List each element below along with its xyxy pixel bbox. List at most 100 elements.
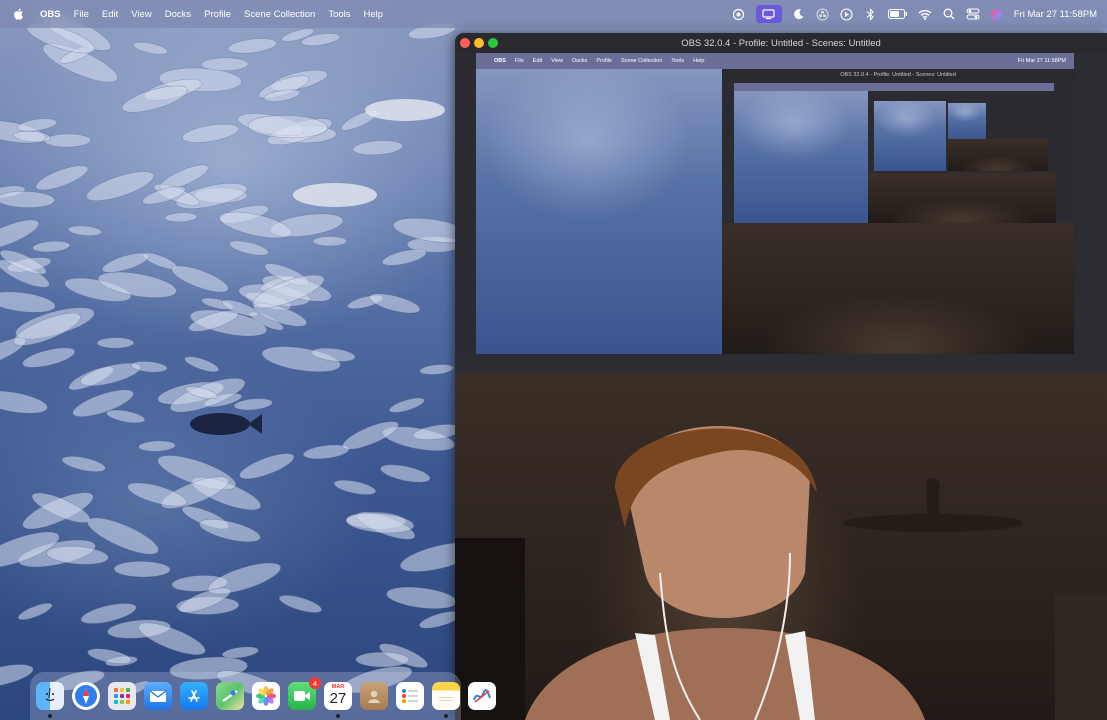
fish [247,115,328,139]
siri-icon[interactable] [990,7,1004,21]
captured-wallpaper-level-4 [948,103,986,139]
focus-moon-icon[interactable] [792,7,806,21]
captured-wallpaper-level-2 [734,91,868,223]
calendar-day: 27 [329,690,347,707]
captured-menu-view: View [551,58,564,64]
close-window-button[interactable] [460,38,470,48]
fish [121,85,188,113]
search-icon[interactable] [942,7,956,21]
fish [67,225,102,236]
menu-profile[interactable]: Profile [204,9,231,20]
play-icon[interactable] [840,7,854,21]
captured-obs-titlebar: OBS 32.0.4 - Profile: Untitled - Scenes:… [722,69,1074,80]
dock: 4 MAR 27 [30,672,496,720]
captured-menu-profile: Profile [596,58,612,64]
fish [113,561,171,578]
bluetooth-icon[interactable] [864,7,878,21]
fish [312,236,347,247]
fish [333,479,377,495]
fish [199,519,261,543]
reminders-icon[interactable] [396,682,424,710]
fish [17,602,53,621]
fish [32,240,71,253]
menu-help[interactable]: Help [364,9,384,20]
running-indicator [444,714,448,718]
obs-icon[interactable] [816,7,830,21]
fish [96,337,135,349]
fish [127,482,187,507]
fish [0,390,48,414]
captured-wallpaper [476,69,722,354]
running-indicator [48,714,52,718]
wifi-icon[interactable] [918,7,932,21]
fish [181,123,240,143]
captured-obs-window-level-2 [868,91,1056,223]
captured-wallpaper-level-3 [874,101,946,171]
photos-icon[interactable] [252,682,280,710]
webcam-capture [455,373,1107,720]
captured-webcam-level-4 [948,139,1048,171]
finder-icon[interactable] [36,682,64,718]
captured-clock: Fri Mar 27 11:58PM [1017,58,1066,64]
menu-tools[interactable]: Tools [328,9,350,20]
fish [138,440,176,452]
menu-app-name[interactable]: OBS [40,9,61,20]
captured-menu-app-name: OBS [494,58,506,64]
minimize-window-button[interactable] [474,38,484,48]
obs-window[interactable]: OBS 32.0.4 - Profile: Untitled - Scenes:… [455,33,1107,720]
obs-window-title: OBS 32.0.4 - Profile: Untitled - Scenes:… [681,37,881,49]
obs-titlebar[interactable]: OBS 32.0.4 - Profile: Untitled - Scenes:… [455,33,1107,53]
captured-menu-docks: Docks [572,58,588,64]
mail-icon[interactable] [144,682,172,710]
menu-file[interactable]: File [74,9,89,20]
menu-view[interactable]: View [131,9,151,20]
display-capture-level-1: OBS File Edit View Docks Profile Scene C… [455,53,1076,354]
facetime-badge: 4 [309,677,321,689]
fish [400,542,455,572]
menu-docks[interactable]: Docks [165,9,191,20]
menu-scene-collection[interactable]: Scene Collection [244,9,315,20]
fish-school-image [0,13,455,698]
running-indicator [336,714,340,718]
fish [0,291,56,313]
fish [184,356,220,373]
screen-mirroring-icon[interactable] [755,5,782,23]
fish [0,191,55,208]
fish [419,364,454,375]
menu-edit[interactable]: Edit [102,9,118,20]
captured-webcam-level-2 [722,223,1074,354]
safari-icon[interactable] [72,682,100,710]
battery-icon[interactable] [887,7,908,21]
fish [355,651,410,668]
fish [106,409,146,424]
camera-icon[interactable] [732,7,746,21]
facetime-icon[interactable]: 4 [288,677,321,710]
captured-obs-window: OBS 32.0.4 - Profile: Untitled - Scenes:… [722,69,1074,354]
obs-preview-canvas[interactable]: OBS File Edit View Docks Profile Scene C… [455,53,1107,720]
menu-bar: OBS File Edit View Docks Profile Scene C… [0,0,1107,28]
fish [22,347,76,368]
contacts-icon[interactable] [360,682,388,710]
fish [44,133,92,148]
app-store-icon[interactable] [180,682,208,710]
fish [229,240,269,256]
fish [17,118,58,132]
maximize-window-button[interactable] [488,38,498,48]
captured-obs-title: OBS 32.0.4 - Profile: Untitled - Scenes:… [840,71,956,78]
calendar-icon[interactable]: MAR 27 [324,682,352,718]
menubar-clock[interactable]: Fri Mar 27 11:58PM [1014,9,1097,20]
fish [369,293,421,314]
fish [164,212,198,223]
maps-icon[interactable] [216,682,244,710]
fish [138,622,206,655]
control-center-icon[interactable] [966,7,980,21]
notes-icon[interactable] [432,682,460,718]
freeform-icon[interactable] [468,682,496,710]
captured-menu-tools: Tools [671,58,685,64]
fish [386,586,455,609]
launchpad-icon[interactable] [108,682,136,710]
fish [132,41,168,55]
captured-menu-help: Help [693,58,705,64]
captured-menu-scene-collection: Scene Collection [620,58,663,64]
apple-menu-icon[interactable] [12,7,26,21]
